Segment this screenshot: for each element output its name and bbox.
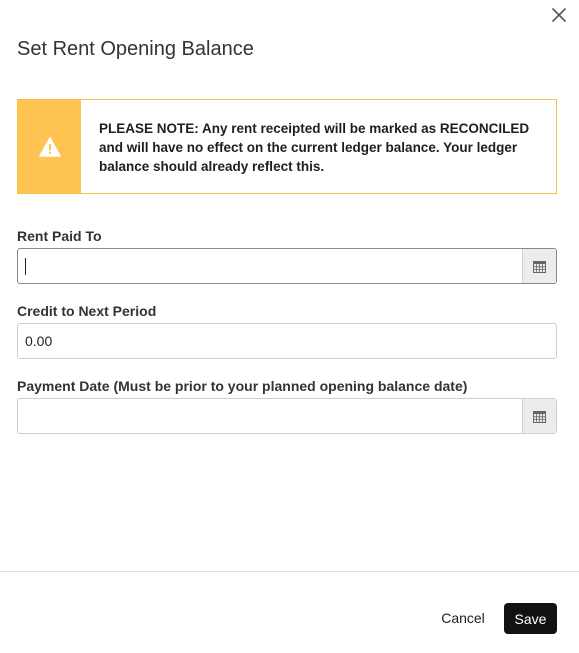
reconciled-notice-alert: PLEASE NOTE: Any rent receipted will be … <box>17 99 557 194</box>
close-icon <box>552 8 566 22</box>
payment-date-field <box>17 398 557 434</box>
warning-icon <box>38 136 61 157</box>
cancel-button[interactable]: Cancel <box>430 603 496 633</box>
credit-next-period-field <box>17 323 557 359</box>
set-rent-opening-balance-dialog: Set Rent Opening Balance PLEASE NOTE: An… <box>0 0 579 653</box>
alert-icon-box <box>18 100 81 193</box>
payment-date-label: Payment Date (Must be prior to your plan… <box>17 378 468 394</box>
rent-paid-to-field <box>17 248 557 284</box>
rent-paid-to-calendar-button[interactable] <box>522 249 556 283</box>
payment-date-calendar-button[interactable] <box>522 399 556 433</box>
payment-date-input[interactable] <box>18 399 522 433</box>
rent-paid-to-input[interactable] <box>18 249 522 283</box>
alert-message: PLEASE NOTE: Any rent receipted will be … <box>99 121 530 174</box>
close-button[interactable] <box>549 5 569 25</box>
dialog-title: Set Rent Opening Balance <box>17 38 254 60</box>
save-button[interactable]: Save <box>504 603 557 634</box>
credit-next-period-label: Credit to Next Period <box>17 303 157 319</box>
footer-divider <box>0 571 579 572</box>
rent-paid-to-label: Rent Paid To <box>17 228 102 244</box>
calendar-icon <box>533 260 546 273</box>
text-cursor <box>25 258 26 275</box>
credit-next-period-input[interactable] <box>18 324 556 358</box>
calendar-icon <box>533 410 546 423</box>
